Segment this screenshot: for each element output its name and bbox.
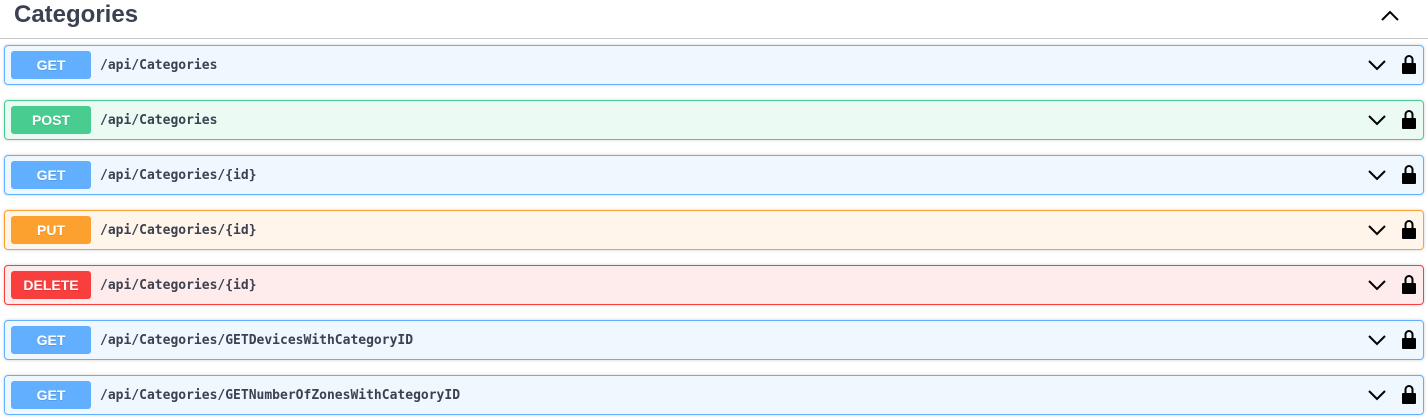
lock-icon[interactable]: [1402, 384, 1416, 404]
chevron-down-icon[interactable]: [1367, 222, 1387, 238]
section-title[interactable]: Categories: [14, 1, 138, 29]
lock-icon[interactable]: [1402, 274, 1416, 294]
chevron-down-icon[interactable]: [1367, 277, 1387, 293]
operation-put-category-by-id[interactable]: PUT /api/Categories/{id}: [4, 210, 1424, 250]
lock-icon[interactable]: [1402, 109, 1416, 129]
chevron-down-icon[interactable]: [1367, 112, 1387, 128]
chevron-up-icon[interactable]: [1376, 4, 1404, 28]
operation-path: /api/Categories/{id}: [100, 278, 257, 293]
lock-icon[interactable]: [1402, 219, 1416, 239]
lock-icon[interactable]: [1402, 164, 1416, 184]
lock-icon[interactable]: [1402, 329, 1416, 349]
method-badge: PUT: [11, 216, 91, 244]
method-badge: GET: [11, 381, 91, 409]
method-badge: GET: [11, 51, 91, 79]
section-header[interactable]: Categories: [0, 0, 1428, 39]
operation-get-devices-with-category-id[interactable]: GET /api/Categories/GETDevicesWithCatego…: [4, 320, 1424, 360]
operation-post-categories[interactable]: POST /api/Categories: [4, 100, 1424, 140]
chevron-down-icon[interactable]: [1367, 167, 1387, 183]
lock-icon[interactable]: [1402, 54, 1416, 74]
operation-path: /api/Categories/{id}: [100, 168, 257, 183]
operation-path: /api/Categories/GETDevicesWithCategoryID: [100, 333, 414, 348]
operation-path: /api/Categories: [100, 58, 218, 73]
method-badge: POST: [11, 106, 91, 134]
operation-get-number-of-zones-with-category-id[interactable]: GET /api/Categories/GETNumberOfZonesWith…: [4, 375, 1424, 415]
chevron-down-icon[interactable]: [1367, 387, 1387, 403]
operation-get-category-by-id[interactable]: GET /api/Categories/{id}: [4, 155, 1424, 195]
operation-path: /api/Categories/{id}: [100, 223, 257, 238]
chevron-down-icon[interactable]: [1367, 332, 1387, 348]
operation-path: /api/Categories/GETNumberOfZonesWithCate…: [100, 388, 461, 403]
method-badge: GET: [11, 326, 91, 354]
operation-delete-category-by-id[interactable]: DELETE /api/Categories/{id}: [4, 265, 1424, 305]
operation-path: /api/Categories: [100, 113, 218, 128]
operation-get-categories[interactable]: GET /api/Categories: [4, 45, 1424, 85]
chevron-down-icon[interactable]: [1367, 57, 1387, 73]
method-badge: GET: [11, 161, 91, 189]
method-badge: DELETE: [11, 271, 91, 299]
